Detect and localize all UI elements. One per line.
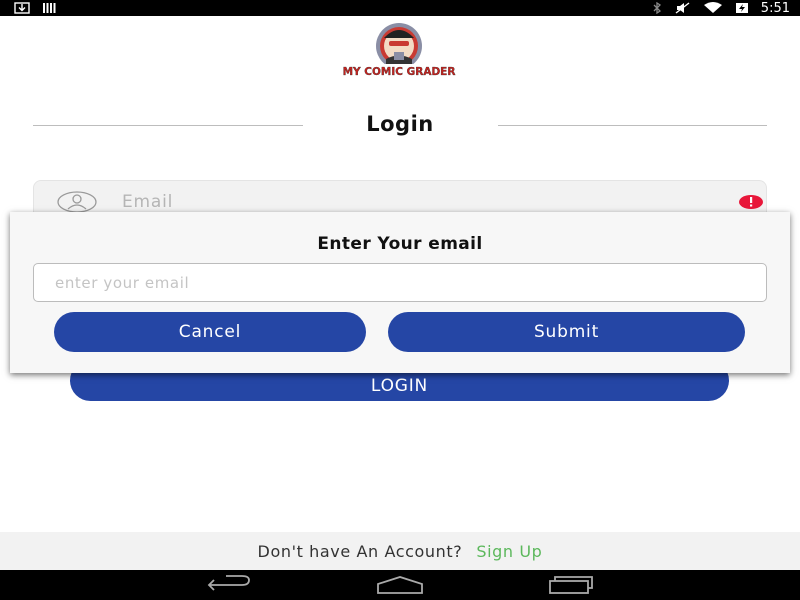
back-icon[interactable] — [206, 575, 252, 599]
signup-footer: Don't have An Account? Sign Up — [0, 532, 800, 570]
divider-left — [33, 125, 303, 126]
logo-text: MY COMIC GRADER — [343, 66, 456, 78]
account-question: Don't have An Account? — [257, 542, 463, 561]
download-icon — [14, 2, 30, 14]
cancel-button[interactable]: Cancel — [54, 312, 366, 352]
email-placeholder: Email — [122, 192, 174, 212]
app-logo: MY COMIC GRADER — [336, 22, 462, 80]
clock: 5:51 — [760, 0, 790, 16]
dialog-title: Enter Your email — [317, 234, 483, 254]
bluetooth-icon — [651, 2, 663, 14]
divider-right — [498, 125, 767, 126]
forgot-email-dialog: Enter Your email Cancel Submit — [10, 212, 790, 373]
navigation-bar — [0, 570, 800, 600]
recents-icon[interactable] — [548, 575, 594, 599]
submit-button[interactable]: Submit — [388, 312, 745, 352]
email-input[interactable] — [33, 263, 767, 302]
wifi-icon — [703, 2, 723, 14]
signup-link[interactable]: Sign Up — [476, 542, 542, 561]
mute-icon — [675, 2, 691, 14]
page-title: Login — [366, 112, 434, 136]
barcode-icon — [42, 2, 58, 14]
battery-charging-icon — [735, 2, 749, 14]
status-bar: 5:51 — [0, 0, 800, 16]
home-icon[interactable] — [376, 575, 424, 599]
